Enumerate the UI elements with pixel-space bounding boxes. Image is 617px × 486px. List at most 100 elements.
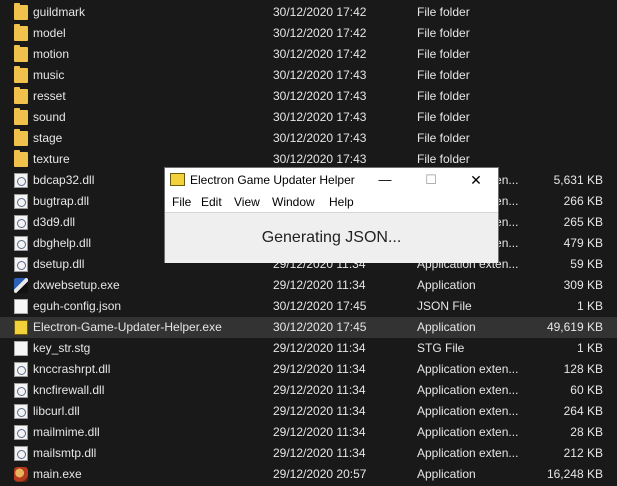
folder-icon [14, 45, 28, 62]
maximize-button[interactable]: ☐ [408, 168, 454, 192]
dll-icon [14, 362, 28, 377]
file-name: model [33, 26, 66, 40]
file-size: 309 KB [563, 278, 603, 292]
file-name: dsetup.dll [33, 257, 85, 271]
file-type: File folder [417, 110, 470, 124]
file-size: 16,248 KB [546, 467, 603, 481]
file-name: guildmark [33, 5, 86, 19]
file-name: texture [33, 152, 70, 166]
file-name: dxwebsetup.exe [33, 278, 120, 292]
status-text: Generating JSON... [261, 229, 402, 246]
dll-icon [14, 173, 28, 188]
file-row[interactable]: Electron-Game-Updater-Helper.exe 30/12/20… [0, 317, 617, 338]
file-size: 266 KB [563, 194, 603, 208]
updater-app-icon [14, 320, 28, 335]
file-name: dbghelp.dll [33, 236, 92, 250]
file-size: 28 KB [570, 425, 603, 439]
file-size: 264 KB [563, 404, 603, 418]
folder-icon [14, 108, 28, 125]
file-date: 30/12/2020 17:43 [273, 110, 367, 124]
file-date: 30/12/2020 17:43 [273, 89, 367, 103]
file-date: 30/12/2020 17:42 [273, 47, 367, 61]
dll-icon [14, 257, 28, 272]
dialog-content: Generating JSON... [165, 212, 498, 263]
file-row[interactable]: motion 30/12/2020 17:42 File folder [0, 44, 617, 65]
document-icon [14, 341, 28, 356]
file-row[interactable]: key_str.stg 29/12/2020 11:34 STG File 1 KB [0, 338, 617, 359]
file-type: STG File [417, 341, 465, 355]
file-row[interactable]: eguh-config.json 30/12/2020 17:45 JSON Fil… [0, 296, 617, 317]
file-date: 29/12/2020 11:34 [273, 383, 366, 397]
file-name: bugtrap.dll [33, 194, 90, 208]
file-row[interactable]: mailsmtp.dll 29/12/2020 11:34 Application … [0, 443, 617, 464]
file-type: File folder [417, 68, 470, 82]
file-row[interactable]: main.exe 29/12/2020 20:57 Application 16,24… [0, 464, 617, 485]
file-row[interactable]: sound 30/12/2020 17:43 File folder [0, 107, 617, 128]
dll-icon [14, 194, 28, 209]
minimize-button[interactable]: — [362, 168, 408, 192]
file-row[interactable]: model 30/12/2020 17:42 File folder [0, 23, 617, 44]
folder-icon [14, 3, 28, 20]
file-date: 29/12/2020 11:34 [273, 362, 366, 376]
dll-icon [14, 425, 28, 440]
file-type: Application exten... [417, 425, 519, 439]
file-name: d3d9.dll [33, 215, 76, 229]
file-row[interactable]: dxwebsetup.exe 29/12/2020 11:34 Applicatio… [0, 275, 617, 296]
file-name: main.exe [33, 467, 82, 481]
dialog-menubar: File Edit View Window Help [165, 192, 498, 212]
file-name: mailsmtp.dll [33, 446, 97, 460]
file-date: 30/12/2020 17:43 [273, 68, 367, 82]
file-type: File folder [417, 131, 470, 145]
eguh-app-icon [170, 173, 185, 186]
file-row[interactable]: knccrashrpt.dll 29/12/2020 11:34 Applicati… [0, 359, 617, 380]
folder-icon [14, 129, 28, 146]
file-type: Application [417, 467, 476, 481]
file-name: key_str.stg [33, 341, 91, 355]
file-date: 30/12/2020 17:45 [273, 299, 367, 313]
folder-icon [14, 150, 28, 167]
file-date: 29/12/2020 11:34 [273, 404, 366, 418]
dialog-title: Electron Game Updater Helper [190, 173, 355, 187]
file-row[interactable]: music 30/12/2020 17:43 File folder [0, 65, 617, 86]
folder-icon [14, 24, 28, 41]
folder-icon [14, 66, 28, 83]
folder-icon [14, 87, 28, 104]
file-date: 29/12/2020 20:57 [273, 467, 367, 481]
file-size: 128 KB [563, 362, 603, 376]
file-name: libcurl.dll [33, 404, 80, 418]
menu-file[interactable]: File [172, 192, 191, 212]
file-type: File folder [417, 26, 470, 40]
menu-view[interactable]: View [234, 192, 260, 212]
file-row[interactable]: resset 30/12/2020 17:43 File folder [0, 86, 617, 107]
file-name: knccrashrpt.dll [33, 362, 111, 376]
close-button[interactable]: ✕ [453, 168, 499, 192]
file-type: Application exten... [417, 362, 519, 376]
file-name: stage [33, 131, 63, 145]
file-name: motion [33, 47, 70, 61]
menu-window[interactable]: Window [272, 192, 315, 212]
dialog-titlebar[interactable]: Electron Game Updater Helper — ☐ ✕ [165, 168, 498, 192]
file-name: sound [33, 110, 66, 124]
menu-help[interactable]: Help [329, 192, 354, 212]
file-type: JSON File [417, 299, 472, 313]
file-size: 479 KB [563, 236, 603, 250]
file-type: Application exten... [417, 404, 519, 418]
file-row[interactable]: libcurl.dll 29/12/2020 11:34 Application e… [0, 401, 617, 422]
file-type: Application exten... [417, 446, 519, 460]
file-row[interactable]: mailmime.dll 29/12/2020 11:34 Application … [0, 422, 617, 443]
file-name: bdcap32.dll [33, 173, 95, 187]
menu-edit[interactable]: Edit [201, 192, 222, 212]
file-type: File folder [417, 47, 470, 61]
file-row[interactable]: guildmark 30/12/2020 17:42 File folder [0, 2, 617, 23]
file-size: 212 KB [563, 446, 603, 460]
dll-icon [14, 446, 28, 461]
file-date: 30/12/2020 17:45 [273, 320, 367, 334]
dll-icon [14, 215, 28, 230]
file-date: 30/12/2020 17:42 [273, 5, 367, 19]
file-size: 59 KB [570, 257, 603, 271]
file-row[interactable]: stage 30/12/2020 17:43 File folder [0, 128, 617, 149]
file-row[interactable]: kncfirewall.dll 29/12/2020 11:34 Applicati… [0, 380, 617, 401]
file-size: 5,631 KB [553, 173, 603, 187]
file-type: File folder [417, 5, 470, 19]
dll-icon [14, 404, 28, 419]
